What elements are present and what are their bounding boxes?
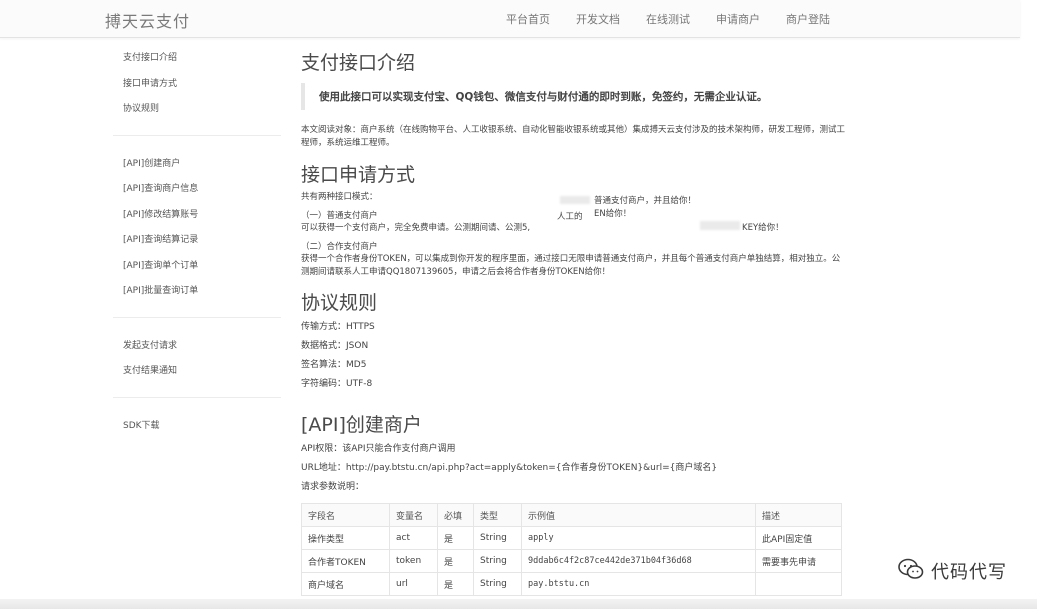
- protocol-row: 字符编码：UTF-8: [301, 375, 846, 394]
- create-permission: API权限：该API只能合作支付商户调用: [301, 444, 456, 454]
- sidebar-group-api: [API]创建商户 [API]查询商户信息 [API]修改结算账号 [API]查…: [113, 146, 281, 309]
- bottom-strip: [0, 599, 1037, 609]
- protocol-key: 数据格式：: [301, 341, 347, 351]
- intro-readers: 本文阅读对象：商户系统（在线购物平台、人工收银系统、自动化智能收银系统或其他）集…: [301, 125, 846, 148]
- cell: url: [389, 572, 438, 596]
- col-desc: 描述: [755, 503, 842, 527]
- nav-online-test[interactable]: 在线测试: [646, 11, 690, 27]
- col-field-name: 字段名: [301, 503, 390, 527]
- cell: 此API固定值: [755, 526, 842, 550]
- nav-docs[interactable]: 开发文档: [576, 11, 620, 27]
- sidebar-item-intro[interactable]: 支付接口介绍: [123, 46, 281, 72]
- sidebar-item-api-query-settle[interactable]: [API]查询结算记录: [123, 228, 281, 254]
- cell: 是: [437, 572, 474, 596]
- blur-artifact: [700, 221, 740, 230]
- cell: 操作类型: [301, 526, 390, 550]
- wechat-icon: [897, 557, 925, 585]
- section-title-create: [API]创建商户: [301, 414, 422, 436]
- sidebar-group-pay: 发起支付请求 支付结果通知: [113, 328, 281, 389]
- sidebar-item-protocol[interactable]: 协议规则: [123, 97, 281, 123]
- watermark: 代码代写: [897, 557, 1007, 585]
- protocol-row: 传输方式：HTTPS: [301, 318, 846, 337]
- overlay-fragment: 普通支付商户，并且给你！: [594, 196, 697, 206]
- blur-artifact: [560, 196, 590, 204]
- col-required: 必填: [437, 503, 474, 527]
- cell: 商户域名: [301, 572, 390, 596]
- create-url-line: URL地址：http://pay.btstu.cn/api.php?act=ap…: [301, 459, 846, 478]
- sidebar-divider: [113, 316, 281, 318]
- protocol-value: JSON: [346, 341, 369, 351]
- protocol-row: 数据格式：JSON: [301, 337, 846, 356]
- create-url: http://pay.btstu.cn/api.php?act=apply&to…: [345, 463, 718, 473]
- section-title-protocol: 协议规则: [301, 292, 378, 314]
- protocol-value: HTTPS: [346, 322, 375, 332]
- intro-quote: 使用此接口可以实现支付宝、QQ钱包、微信支付与财付通的即时到账，免签约，无需企业…: [301, 83, 846, 110]
- table-row: 操作类型 act 是 String apply 此API固定值: [301, 526, 842, 550]
- table-header-row: 字段名 变量名 必填 类型 示例值 描述: [301, 503, 842, 527]
- section-title-apply: 接口申请方式: [301, 164, 416, 186]
- sidebar-group-sdk: SDK下载: [113, 408, 281, 444]
- cell: String: [473, 549, 522, 573]
- col-var-name: 变量名: [389, 503, 438, 527]
- sidebar-item-apply[interactable]: 接口申请方式: [123, 72, 281, 98]
- sidebar-item-api-query-order[interactable]: [API]查询单个订单: [123, 254, 281, 280]
- nav-home[interactable]: 平台首页: [506, 11, 550, 27]
- sidebar-divider: [113, 396, 281, 398]
- sidebar-item-sdk-download[interactable]: SDK下载: [123, 414, 281, 440]
- col-example: 示例值: [521, 503, 756, 527]
- cell: 合作者TOKEN: [301, 549, 390, 573]
- sidebar-item-api-modify-account[interactable]: [API]修改结算账号: [123, 203, 281, 229]
- sidebar-item-api-query-merchant[interactable]: [API]查询商户信息: [123, 177, 281, 203]
- overlay-fragment: EN给你！: [594, 209, 632, 219]
- protocol-key: 签名算法：: [301, 360, 347, 370]
- sidebar-item-payment-notify[interactable]: 支付结果通知: [123, 359, 281, 385]
- overlay-fragment: 人工的: [557, 212, 583, 222]
- cell: String: [473, 526, 522, 550]
- sidebar-group-intro: 支付接口介绍 接口申请方式 协议规则: [113, 40, 281, 127]
- main-nav: 平台首页 开发文档 在线测试 申请商户 商户登陆: [506, 11, 830, 27]
- table-row: 合作者TOKEN token 是 String 9ddab6c4f2c87ce4…: [301, 549, 842, 573]
- protocol-key: 传输方式：: [301, 322, 347, 332]
- protocol-value: MD5: [346, 360, 367, 370]
- col-type: 类型: [473, 503, 522, 527]
- protocol-key: 字符编码：: [301, 379, 347, 389]
- cell: String: [473, 572, 522, 596]
- section-title-intro: 支付接口介绍: [301, 52, 416, 74]
- sidebar-item-api-batch-query[interactable]: [API]批量查询订单: [123, 279, 281, 305]
- create-url-label: URL地址：: [301, 463, 346, 473]
- create-params-label: 请求参数说明：: [301, 482, 365, 492]
- cell: [755, 572, 842, 596]
- watermark-text: 代码代写: [931, 562, 1007, 583]
- nav-apply-merchant[interactable]: 申请商户: [716, 11, 760, 27]
- apply-mode2-title: （二）合作支付商户: [301, 241, 378, 252]
- cell: token: [389, 549, 438, 573]
- cell: act: [389, 526, 438, 550]
- top-navbar: 搏天云支付 平台首页 开发文档 在线测试 申请商户 商户登陆: [0, 0, 1020, 38]
- brand-logo[interactable]: 搏天云支付: [105, 8, 190, 32]
- cell: pay.btstu.cn: [521, 572, 756, 596]
- protocol-value: UTF-8: [346, 379, 373, 389]
- sidebar-item-api-create[interactable]: [API]创建商户: [123, 152, 281, 178]
- params-table: 字段名 变量名 必填 类型 示例值 描述 操作类型 act 是 String a…: [301, 503, 842, 596]
- nav-merchant-login[interactable]: 商户登陆: [786, 11, 830, 27]
- sidebar-item-submit-payment[interactable]: 发起支付请求: [123, 334, 281, 360]
- cell: 是: [437, 526, 474, 550]
- sidebar: 支付接口介绍 接口申请方式 协议规则 [API]创建商户 [API]查询商户信息…: [113, 40, 281, 443]
- cell: 需要事先申请: [755, 549, 842, 573]
- table-row: 商户域名 url 是 String pay.btstu.cn: [301, 572, 842, 596]
- cell: apply: [521, 526, 756, 550]
- apply-mode2-desc: 获得一个合作者身份TOKEN，可以集成到你开发的程序里面，通过接口无限申请普通支…: [301, 254, 841, 277]
- sidebar-divider: [113, 134, 281, 136]
- protocol-row: 签名算法：MD5: [301, 356, 846, 375]
- cell: 9ddab6c4f2c87ce442de371b04f36d68: [521, 549, 756, 573]
- cell: 是: [437, 549, 474, 573]
- overlay-fragment: KEY给你！: [742, 223, 784, 233]
- main-content: 支付接口介绍 使用此接口可以实现支付宝、QQ钱包、微信支付与财付通的即时到账，免…: [301, 48, 846, 596]
